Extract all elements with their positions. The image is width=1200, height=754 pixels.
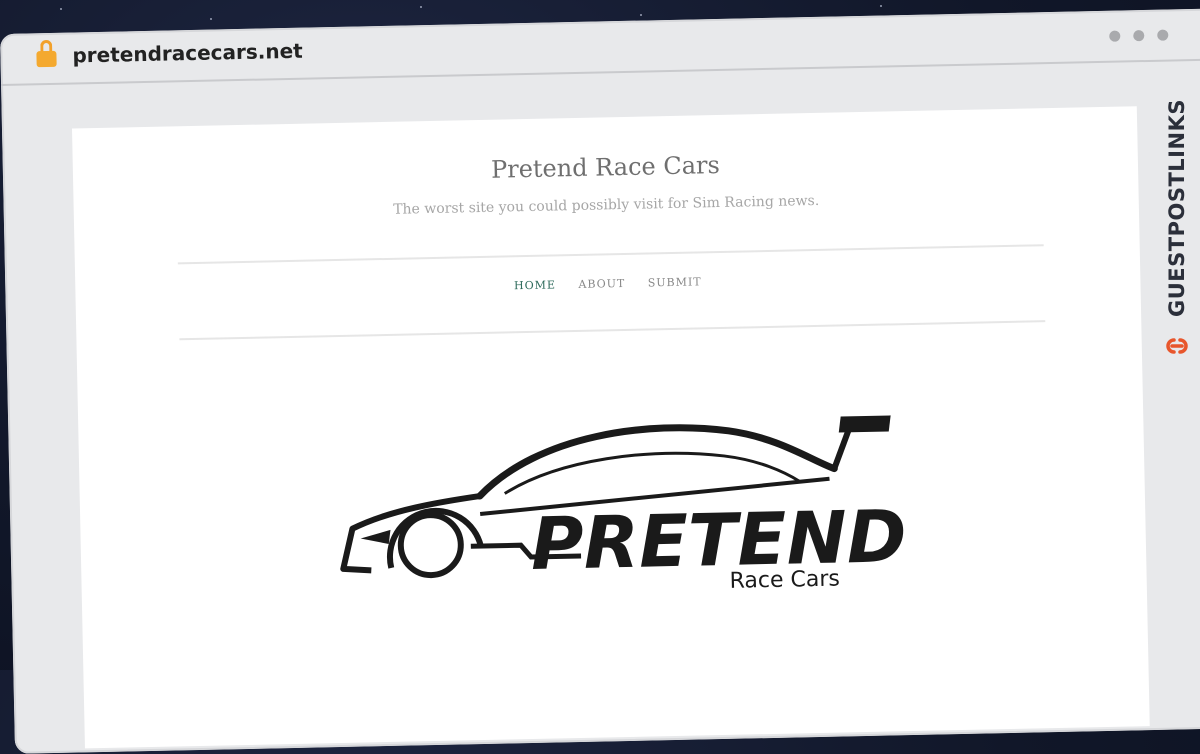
nav-submit[interactable]: SUBMIT [648, 275, 702, 289]
site-tagline: The worst site you could possibly visit … [393, 192, 820, 218]
site-logo[interactable]: PRETEND Race Cars [328, 397, 922, 599]
divider [179, 320, 1046, 341]
url-text[interactable]: pretendracecars.net [72, 39, 303, 68]
divider [177, 244, 1044, 265]
window-dot-icon[interactable] [1133, 30, 1145, 42]
logo-subword: Race Cars [729, 567, 840, 594]
logo-wordmark: PRETEND [530, 494, 907, 586]
window-dot-icon[interactable] [1157, 29, 1169, 41]
guestpostlinks-brand[interactable]: GUESTPOSTLINKS [1160, 58, 1194, 358]
brand-text: GUESTPOSTLINKS [1165, 99, 1189, 317]
window-dot-icon[interactable] [1109, 30, 1121, 42]
lock-icon [36, 39, 57, 68]
nav-about[interactable]: ABOUT [578, 277, 625, 291]
link-icon [1166, 338, 1188, 354]
site-title[interactable]: Pretend Race Cars [73, 142, 1138, 192]
main-navigation: HOME ABOUT SUBMIT [75, 266, 1140, 301]
window-controls [1109, 29, 1169, 42]
browser-window: pretendracecars.net Pretend Race Cars Th… [0, 8, 1200, 754]
address-bar[interactable]: pretendracecars.net [0, 8, 1200, 86]
web-page: Pretend Race Cars The worst site you cou… [71, 106, 1150, 749]
nav-home[interactable]: HOME [514, 278, 556, 292]
